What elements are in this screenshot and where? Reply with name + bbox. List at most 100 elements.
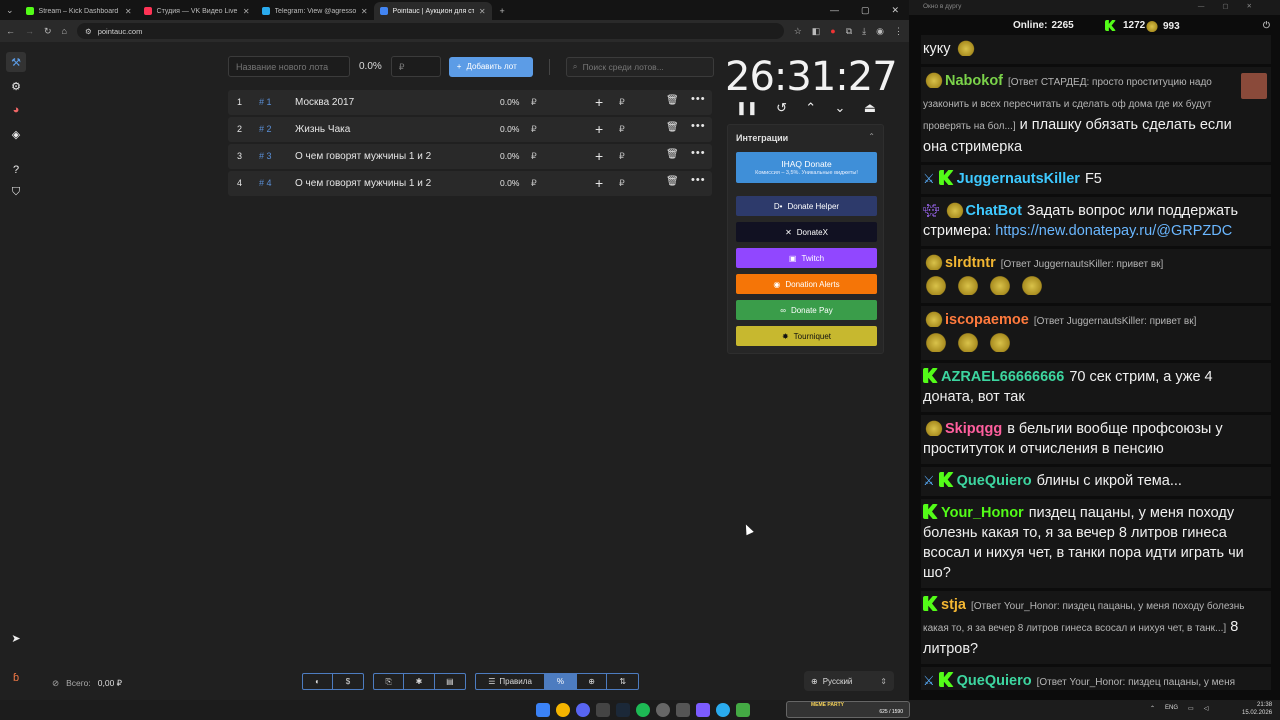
settings-icon[interactable]: ⚙ (6, 76, 26, 96)
help-icon[interactable]: ? (6, 160, 26, 180)
pause-icon[interactable]: ❚❚ (736, 100, 758, 116)
sort-icon[interactable]: ⇅ (607, 674, 638, 689)
chat-nickname[interactable]: slrdtntr (945, 255, 996, 271)
volume-icon[interactable]: ◁ (1204, 705, 1209, 712)
meme-party-widget[interactable]: MEME PARTY 625 / 1590 (786, 701, 910, 718)
power-icon[interactable]: ⏻ (1263, 20, 1270, 31)
chat-nickname[interactable]: QueQuiero (957, 473, 1032, 489)
chat-nickname[interactable]: Nabokof (945, 73, 1003, 89)
integration-donate-pay-button[interactable]: ∞ Donate Pay (736, 300, 877, 320)
chat-nickname[interactable]: QueQuiero (957, 673, 1032, 689)
more-icon[interactable]: ••• (691, 120, 706, 132)
extension-icon[interactable]: ◧ (812, 26, 821, 37)
trash-icon[interactable]: 🗑︎ (666, 176, 679, 187)
layers-icon[interactable]: ◈ (6, 124, 26, 144)
close-window-icon[interactable]: ✕ (891, 5, 899, 16)
plus-icon[interactable]: + (595, 148, 603, 164)
telegram-icon[interactable] (716, 703, 730, 717)
chat-nickname[interactable]: ChatBot (966, 203, 1022, 219)
terminal-icon[interactable] (676, 703, 690, 717)
window-controls[interactable]: —▢✕ (1198, 2, 1270, 10)
integration-tourniquet-button[interactable]: ✸ Tourniquet (736, 326, 877, 346)
close-icon[interactable]: ✕ (361, 7, 368, 16)
split-icon[interactable]: ⊕ (577, 674, 608, 689)
lot-id[interactable]: # 2 (259, 124, 272, 134)
wheel-icon[interactable]: ◕ (6, 100, 26, 120)
chevron-up-icon[interactable]: ⌃ (805, 100, 816, 116)
download-icon[interactable]: ⤓ (862, 26, 866, 37)
url-field[interactable]: ⚙ pointauc.com (76, 23, 784, 39)
more-icon[interactable]: ••• (691, 174, 706, 186)
chat-nickname[interactable]: AZRAEL66666666 (941, 369, 1064, 385)
chrome-icon[interactable] (556, 703, 570, 717)
lot-id[interactable]: # 3 (259, 151, 272, 161)
obs-icon[interactable] (596, 703, 610, 717)
plus-icon[interactable]: + (595, 175, 603, 191)
shield-icon[interactable]: ⛉ (6, 182, 26, 202)
integration-twitch-button[interactable]: ▣ Twitch (736, 248, 877, 268)
tab-telegram[interactable]: Telegram: View @agressorR23✕ (256, 2, 374, 20)
lot-row[interactable]: 1 # 1 Москва 2017 0.0% ₽ + ₽ 🗑︎ ••• (228, 90, 712, 115)
profile-icon[interactable]: ◉ (876, 26, 884, 37)
add-lot-button[interactable]: + Добавить лот (448, 56, 533, 77)
lot-add-amount-input[interactable]: ₽ (619, 178, 625, 189)
chat-nickname[interactable]: JuggernautsKiller (957, 171, 1080, 187)
input-language[interactable]: ENG (1165, 705, 1178, 712)
telegram-icon[interactable]: ➤ (6, 628, 26, 648)
lot-add-amount-input[interactable]: ₽ (619, 151, 625, 162)
integration-donation-alerts-button[interactable]: ◉ Donation Alerts (736, 274, 877, 294)
percent-toggle[interactable]: % (545, 674, 577, 689)
chat-link[interactable]: https://new.donatepay.ru/@GRPZDC (995, 223, 1232, 239)
discord-icon[interactable] (576, 703, 590, 717)
back-icon[interactable]: ← (6, 26, 15, 36)
new-lot-name-input[interactable] (228, 56, 350, 77)
lot-add-amount-input[interactable]: ₽ (619, 124, 625, 135)
dollar-icon[interactable]: $ (333, 674, 363, 689)
tab-pointauc[interactable]: Pointauc | Аукцион для стрим…✕ (373, 2, 492, 20)
lot-name[interactable]: Жизнь Чака (295, 124, 350, 135)
close-icon[interactable]: ✕ (243, 7, 250, 16)
extension-red-icon[interactable]: ● (830, 26, 835, 36)
lot-name[interactable]: Москва 2017 (295, 97, 354, 108)
lot-search-input[interactable]: ⌕ Поиск среди лотов... (565, 56, 714, 77)
forward-icon[interactable]: → (25, 26, 34, 36)
new-lot-amount-input[interactable] (390, 56, 441, 77)
trash-icon[interactable]: 🗑︎ (666, 149, 679, 160)
tab-vk[interactable]: Студия — VK Видео Live ✕ (138, 2, 256, 20)
menu-icon[interactable]: ⋮ (894, 26, 903, 37)
new-tab-icon[interactable]: + (492, 6, 513, 20)
eject-icon[interactable]: ⏏ (864, 100, 876, 116)
trash-icon[interactable]: 🗑︎ (666, 122, 679, 133)
extensions-icon[interactable]: ⧉ (846, 26, 852, 37)
chat-nickname[interactable]: Skipqgg (945, 421, 1002, 437)
trash-icon[interactable]: ▤ (435, 674, 465, 689)
close-icon[interactable]: ✕ (479, 7, 486, 16)
chat-nickname[interactable]: Your_Honor (941, 505, 1024, 521)
network-icon[interactable]: ▭ (1188, 705, 1194, 712)
lot-row[interactable]: 4 # 4 О чем говорят мужчины 1 и 2 0.0% ₽ + ₽ 🗑︎… (228, 171, 712, 196)
lot-id[interactable]: # 1 (259, 97, 272, 107)
lot-add-amount-input[interactable]: ₽ (619, 97, 625, 108)
integration-donate-helper-button[interactable]: D• Donate Helper (736, 196, 877, 216)
home-icon[interactable]: ⌂ (62, 26, 67, 36)
plus-icon[interactable]: + (595, 94, 603, 110)
auction-icon[interactable]: ⚒ (6, 52, 26, 72)
lot-row[interactable]: 2 # 2 Жизнь Чака 0.0% ₽ + ₽ 🗑︎ ••• (228, 117, 712, 142)
trash-icon[interactable]: 🗑︎ (666, 95, 679, 106)
save-icon[interactable]: ⎘ (374, 674, 405, 689)
lot-name[interactable]: О чем говорят мужчины 1 и 2 (295, 151, 431, 162)
rules-button[interactable]: ☰ Правила (476, 674, 546, 689)
lot-name[interactable]: О чем говорят мужчины 1 и 2 (295, 178, 431, 189)
tab-kick[interactable]: Stream – Kick Dashboard ✕ (20, 2, 138, 20)
app-icon[interactable] (656, 703, 670, 717)
windows-start-icon[interactable] (536, 703, 550, 717)
lot-row[interactable]: 3 # 3 О чем говорят мужчины 1 и 2 0.0% ₽ + ₽ 🗑︎… (228, 144, 712, 169)
chevron-up-icon[interactable]: ⌃ (1150, 705, 1155, 712)
close-icon[interactable]: ✕ (125, 7, 132, 16)
tab-search-icon[interactable]: ⌄ (0, 5, 20, 20)
maximize-icon[interactable]: ▢ (861, 5, 870, 16)
collapse-icon[interactable]: ⌃ (868, 132, 875, 141)
clock[interactable]: 21:38 15.02.2026 (1242, 701, 1272, 717)
integration-donatex-button[interactable]: ✕ DonateX (736, 222, 877, 242)
site-info-icon[interactable]: ⚙ (85, 27, 92, 36)
